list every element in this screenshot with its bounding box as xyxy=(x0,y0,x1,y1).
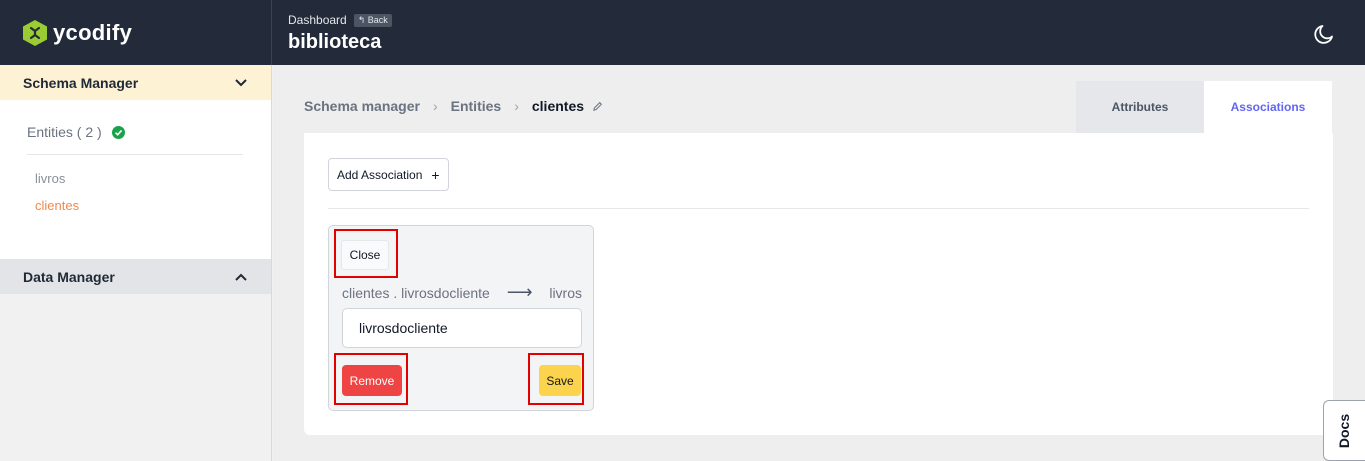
association-source: clientes . livrosdocliente xyxy=(342,284,490,301)
association-name-input[interactable] xyxy=(342,308,582,348)
association-target: livros xyxy=(549,284,582,301)
entities-row[interactable]: Entities ( 2 ) xyxy=(27,124,243,140)
sidebar-item-clientes[interactable]: clientes xyxy=(35,198,243,213)
moon-icon[interactable] xyxy=(1312,22,1336,46)
breadcrumb-current: clientes xyxy=(531,98,585,114)
remove-button[interactable]: Remove xyxy=(342,365,402,396)
header-breadcrumb: Dashboard ↰ Back xyxy=(288,13,392,27)
check-circle-icon xyxy=(111,125,125,139)
add-association-label: Add Association xyxy=(337,167,423,182)
arrow-right-icon: ⟶ xyxy=(506,282,533,302)
breadcrumb-schema-manager[interactable]: Schema manager xyxy=(304,98,420,114)
schema-manager-header[interactable]: Schema Manager xyxy=(0,65,271,100)
sidebar: Schema Manager Entities ( 2 ) livros cli… xyxy=(0,65,272,461)
schema-manager-title: Schema Manager xyxy=(23,74,139,91)
add-association-button[interactable]: Add Association + xyxy=(328,158,449,191)
docs-tab[interactable]: Docs xyxy=(1323,400,1365,461)
association-card: Close clientes . livrosdocliente ⟶ livro… xyxy=(328,225,594,411)
breadcrumb-entities[interactable]: Entities xyxy=(451,98,502,114)
breadcrumb: Schema manager › Entities › clientes xyxy=(304,98,603,114)
data-manager-title: Data Manager xyxy=(23,268,115,285)
plus-icon: + xyxy=(431,166,440,183)
back-label: Back xyxy=(367,14,388,25)
sidebar-divider xyxy=(27,154,243,155)
schema-manager-body: Entities ( 2 ) livros clientes xyxy=(0,100,271,259)
pencil-icon[interactable] xyxy=(592,101,603,112)
tab-bar: Attributes Associations xyxy=(1076,81,1332,133)
breadcrumb-separator: › xyxy=(432,98,438,114)
tab-attributes[interactable]: Attributes xyxy=(1076,81,1204,133)
back-button[interactable]: ↰ Back xyxy=(353,13,392,27)
breadcrumb-separator: › xyxy=(514,98,519,114)
tab-associations[interactable]: Associations xyxy=(1204,81,1332,133)
associations-panel: Add Association + Close clientes . livro… xyxy=(304,133,1333,435)
logo-icon xyxy=(23,19,47,46)
data-manager-header[interactable]: Data Manager xyxy=(0,259,271,294)
association-mapping: clientes . livrosdocliente ⟶ livros xyxy=(342,282,582,303)
chevron-up-icon xyxy=(235,273,247,281)
project-title: biblioteca xyxy=(288,31,382,53)
dashboard-link[interactable]: Dashboard xyxy=(288,13,347,27)
panel-divider xyxy=(328,208,1309,209)
docs-label: Docs xyxy=(1336,413,1353,448)
save-button[interactable]: Save xyxy=(539,365,581,396)
brand-name: ycodify xyxy=(53,19,133,45)
entities-label: Entities ( 2 ) xyxy=(27,124,102,140)
brand[interactable]: ycodify xyxy=(0,0,272,65)
close-button[interactable]: Close xyxy=(341,240,389,270)
main-content: Schema manager › Entities › clientes Att… xyxy=(273,65,1365,461)
top-bar: ycodify Dashboard ↰ Back biblioteca xyxy=(0,0,1365,65)
sidebar-item-livros[interactable]: livros xyxy=(35,171,243,186)
chevron-down-icon xyxy=(235,78,247,86)
